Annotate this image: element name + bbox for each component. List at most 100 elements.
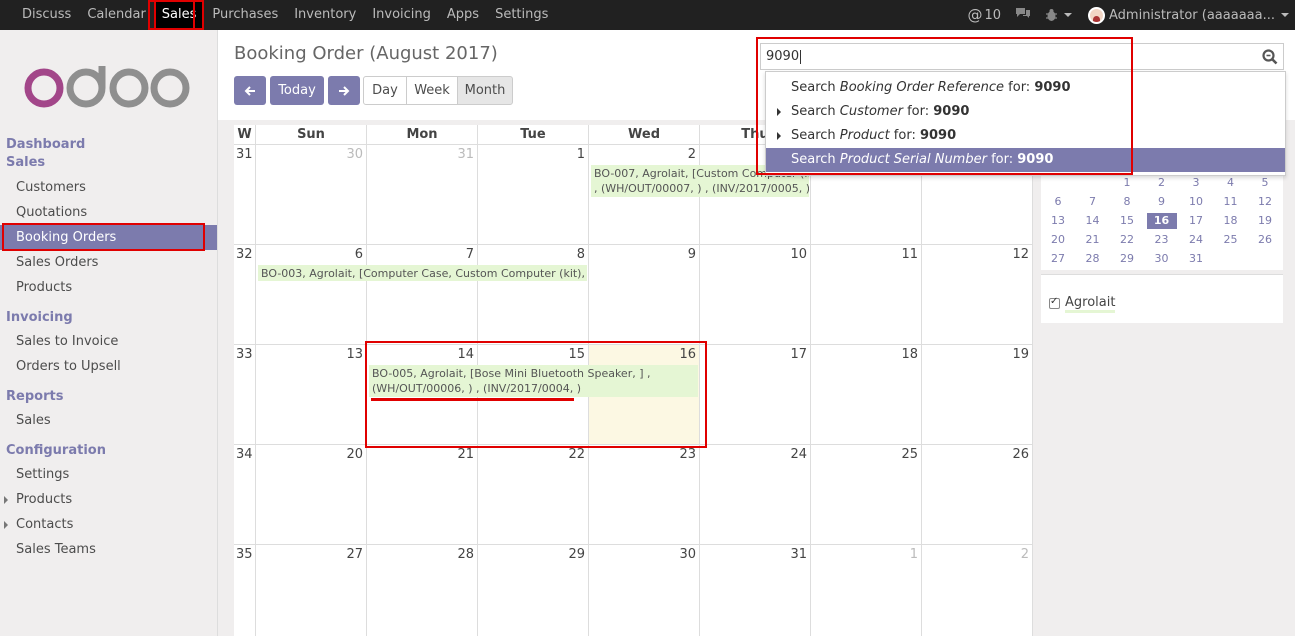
calendar-day-cell[interactable]: 13 xyxy=(256,345,367,445)
calendar-day-cell[interactable]: 23 xyxy=(589,445,700,545)
calendar-day-cell[interactable]: 25 xyxy=(811,445,922,545)
search-option[interactable]: Search Product for: 9090 xyxy=(766,124,1285,148)
calendar-day-cell[interactable]: 29 xyxy=(478,545,589,636)
mini-calendar-day[interactable]: 12 xyxy=(1250,194,1280,210)
sidebar-item-config-products[interactable]: Products xyxy=(0,487,217,512)
sidebar-item-sales-to-invoice[interactable]: Sales to Invoice xyxy=(0,329,217,354)
calendar-day-cell[interactable]: 27 xyxy=(256,545,367,636)
mini-calendar-day[interactable]: 31 xyxy=(1181,251,1211,267)
calendar-day-cell[interactable]: 6 xyxy=(256,245,367,345)
chat-icon[interactable] xyxy=(1015,6,1031,24)
menu-item-sales[interactable]: Sales xyxy=(153,0,205,30)
mini-calendar-day[interactable]: 19 xyxy=(1250,213,1280,229)
calendar-day-cell[interactable]: 30 xyxy=(589,545,700,636)
mini-calendar-day[interactable]: 7 xyxy=(1078,194,1108,210)
mini-calendar-day[interactable]: 24 xyxy=(1181,232,1211,248)
calendar-day-cell[interactable]: 17 xyxy=(700,345,811,445)
search-option[interactable]: Search Customer for: 9090 xyxy=(766,100,1285,124)
menu-item-purchases[interactable]: Purchases xyxy=(204,0,286,30)
mini-calendar-day[interactable]: 14 xyxy=(1078,213,1108,229)
mini-calendar-day[interactable]: 17 xyxy=(1181,213,1211,229)
mini-calendar-day[interactable]: 15 xyxy=(1112,213,1142,229)
mini-calendar-day[interactable]: 30 xyxy=(1147,251,1177,267)
caret-right-icon[interactable] xyxy=(777,132,781,140)
event-bo-005[interactable]: BO-005, Agrolait, [Bose Mini Bluetooth S… xyxy=(369,365,698,397)
sidebar-item-products[interactable]: Products xyxy=(0,275,217,300)
mini-calendar-day[interactable]: 16 xyxy=(1146,213,1177,229)
prev-button[interactable] xyxy=(234,76,266,105)
calendar-day-cell[interactable]: 20 xyxy=(256,445,367,545)
calendar-day-cell[interactable]: 22 xyxy=(478,445,589,545)
calendar-day-cell[interactable]: 19 xyxy=(922,345,1033,445)
search-input[interactable]: 9090 xyxy=(760,43,1284,70)
mini-calendar-day[interactable]: 27 xyxy=(1043,251,1073,267)
menu-item-invoicing[interactable]: Invoicing xyxy=(364,0,439,30)
calendar-day-cell[interactable]: 18 xyxy=(811,345,922,445)
today-button[interactable]: Today xyxy=(270,76,324,105)
search-option[interactable]: Search Product Serial Number for: 9090 xyxy=(766,148,1285,172)
view-day-button[interactable]: Day xyxy=(363,76,407,105)
menu-item-discuss[interactable]: Discuss xyxy=(14,0,79,30)
mini-calendar-day[interactable]: 11 xyxy=(1216,194,1246,210)
calendar-day-cell[interactable]: 21 xyxy=(367,445,478,545)
menu-item-inventory[interactable]: Inventory xyxy=(286,0,364,30)
search-option[interactable]: Search Booking Order Reference for: 9090 xyxy=(766,76,1285,100)
sidebar-item-settings[interactable]: Settings xyxy=(0,462,217,487)
mini-calendar-day[interactable]: 4 xyxy=(1216,175,1246,191)
next-button[interactable] xyxy=(328,76,360,105)
calendar-day-cell[interactable]: 2 xyxy=(922,545,1033,636)
mini-calendar-day[interactable]: 3 xyxy=(1181,175,1211,191)
view-week-button[interactable]: Week xyxy=(406,76,458,105)
calendar-day-cell[interactable]: 9 xyxy=(589,245,700,345)
sidebar-item-orders-to-upsell[interactable]: Orders to Upsell xyxy=(0,354,217,379)
view-month-button[interactable]: Month xyxy=(457,76,513,105)
calendar-day-cell[interactable]: 31 xyxy=(700,545,811,636)
sidebar-item-report-sales[interactable]: Sales xyxy=(0,408,217,433)
mini-calendar-day[interactable]: 10 xyxy=(1181,194,1211,210)
menu-item-apps[interactable]: Apps xyxy=(439,0,487,30)
mini-calendar-day[interactable]: 28 xyxy=(1078,251,1108,267)
sidebar-item-customers[interactable]: Customers xyxy=(0,175,217,200)
event-bo-003[interactable]: BO-003, Agrolait, [Computer Case, Custom… xyxy=(258,265,587,281)
mini-calendar-day[interactable]: 20 xyxy=(1043,232,1073,248)
calendar-day-cell[interactable]: 28 xyxy=(367,545,478,636)
caret-right-icon[interactable] xyxy=(777,108,781,116)
calendar-day-cell[interactable]: 30 xyxy=(256,145,367,245)
calendar-day-cell[interactable]: 1 xyxy=(478,145,589,245)
menu-item-settings[interactable]: Settings xyxy=(487,0,556,30)
mini-calendar-day[interactable]: 22 xyxy=(1112,232,1142,248)
sidebar-item-sales-orders[interactable]: Sales Orders xyxy=(0,250,217,275)
mini-calendar-day[interactable]: 23 xyxy=(1147,232,1177,248)
sidebar-section-dashboard[interactable]: Dashboard xyxy=(6,137,85,152)
calendar-day-cell[interactable]: 8 xyxy=(478,245,589,345)
menu-item-calendar[interactable]: Calendar xyxy=(79,0,153,30)
calendar-day-cell[interactable]: 11 xyxy=(811,245,922,345)
mini-calendar-day[interactable]: 25 xyxy=(1216,232,1246,248)
sidebar-item-sales-teams[interactable]: Sales Teams xyxy=(0,537,217,562)
mentions-button[interactable]: @ 10 xyxy=(967,6,1001,24)
mini-calendar-day[interactable]: 6 xyxy=(1043,194,1073,210)
mini-calendar-day[interactable]: 29 xyxy=(1112,251,1142,267)
mini-calendar-day[interactable]: 26 xyxy=(1250,232,1280,248)
mini-calendar-day[interactable]: 18 xyxy=(1216,213,1246,229)
user-menu[interactable]: Administrator (aaaaaaa... xyxy=(1088,6,1295,24)
debug-menu[interactable] xyxy=(1045,8,1072,22)
calendar-day-cell[interactable]: 12 xyxy=(922,245,1033,345)
mini-calendar-day[interactable]: 1 xyxy=(1112,175,1142,191)
sidebar-item-booking-orders[interactable]: Booking Orders xyxy=(0,225,217,250)
mini-calendar-day[interactable]: 21 xyxy=(1078,232,1108,248)
filter-checkbox[interactable] xyxy=(1049,296,1060,309)
mini-calendar-day[interactable]: 2 xyxy=(1147,175,1177,191)
calendar-day-cell[interactable]: 24 xyxy=(700,445,811,545)
mini-calendar-day[interactable]: 5 xyxy=(1250,175,1280,191)
mini-calendar-day[interactable]: 9 xyxy=(1147,194,1177,210)
calendar-day-cell[interactable]: 7 xyxy=(367,245,478,345)
calendar-day-cell[interactable]: 1 xyxy=(811,545,922,636)
sidebar-item-quotations[interactable]: Quotations xyxy=(0,200,217,225)
mini-calendar-day[interactable]: 13 xyxy=(1043,213,1073,229)
mini-calendar-day[interactable]: 8 xyxy=(1112,194,1142,210)
search-icon[interactable] xyxy=(1262,49,1278,65)
calendar-day-cell[interactable]: 10 xyxy=(700,245,811,345)
calendar-day-cell[interactable]: 26 xyxy=(922,445,1033,545)
calendar-day-cell[interactable]: 31 xyxy=(367,145,478,245)
